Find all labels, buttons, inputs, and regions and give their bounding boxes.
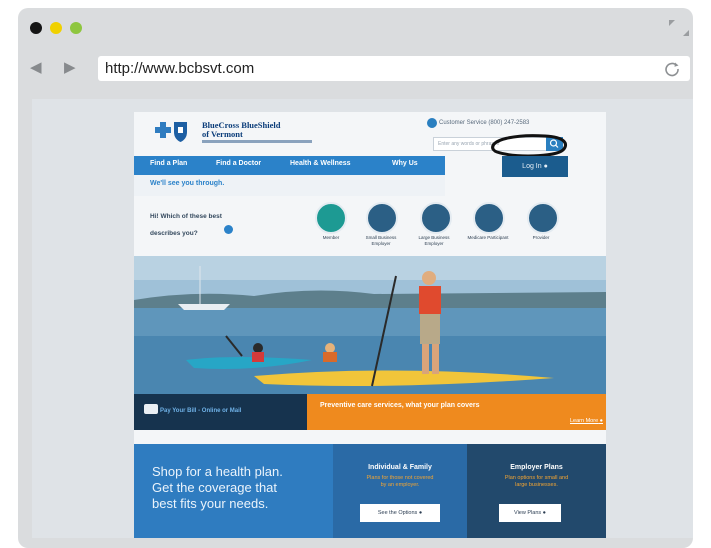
close-button[interactable]: [30, 22, 42, 34]
help-icon[interactable]: [224, 225, 233, 234]
audience-label: Medicare Participant: [467, 235, 509, 240]
brand-name: BlueCross BlueShield of Vermont: [202, 120, 281, 139]
employer-plans-subtitle: Plan options for small and large busines…: [504, 475, 569, 488]
preventive-care-text: Preventive care services, what your plan…: [320, 402, 480, 409]
view-plans-button[interactable]: View Plans ●: [499, 504, 561, 522]
see-the-options-button[interactable]: See the Options ●: [360, 504, 440, 522]
employer-plans-title: Employer Plans: [510, 464, 563, 471]
individual-family-panel: [333, 444, 467, 538]
nav-find-a-doctor[interactable]: Find a Doctor: [216, 160, 261, 167]
nav-find-a-plan[interactable]: Find a Plan: [150, 160, 187, 167]
bill-icon: [144, 404, 158, 414]
employer-plans-panel: [467, 444, 606, 538]
minimize-button[interactable]: [50, 22, 62, 34]
provider-icon[interactable]: [527, 202, 559, 234]
forward-button[interactable]: ▶: [64, 58, 76, 76]
page-viewport: BlueCross BlueShield of Vermont Customer…: [32, 99, 693, 538]
pay-bill-text: Pay Your Bill - Online or Mail: [160, 408, 242, 414]
medicare-icon[interactable]: [473, 202, 505, 234]
bcbs-logo-icon: [155, 122, 187, 142]
brand-subline: [202, 140, 312, 143]
phone-icon: [427, 118, 437, 128]
hand-drawn-circle-annotation: [491, 134, 568, 158]
nav-why-us[interactable]: Why Us: [392, 160, 418, 167]
nav-health-wellness[interactable]: Health & Wellness: [290, 160, 351, 167]
fullscreen-icon[interactable]: [667, 18, 691, 38]
member-icon[interactable]: [315, 202, 347, 234]
back-button[interactable]: ◀: [30, 58, 42, 76]
login-button[interactable]: Log In ●: [502, 156, 568, 177]
address-bar[interactable]: http://www.bcbsvt.com: [98, 56, 690, 81]
maximize-button[interactable]: [70, 22, 82, 34]
individual-family-subtitle: Plans for those not covered by an employ…: [366, 475, 434, 488]
reload-icon[interactable]: [663, 60, 681, 78]
hero-image: [134, 256, 606, 394]
preventive-care-banner[interactable]: [307, 394, 606, 430]
large-business-icon[interactable]: [420, 202, 452, 234]
small-business-icon[interactable]: [366, 202, 398, 234]
learn-more-link[interactable]: Learn More ●: [570, 418, 603, 424]
audience-label: Provider: [532, 235, 550, 240]
individual-family-title: Individual & Family: [368, 464, 432, 471]
shop-headline: Shop for a health plan. Get the coverage…: [152, 464, 283, 511]
audience-label: Large Business Employer: [418, 235, 450, 246]
website: BlueCross BlueShield of Vermont Customer…: [134, 112, 606, 538]
audience-label: Small Business Employer: [365, 235, 397, 246]
audience-label: Member: [322, 235, 340, 240]
audience-question: Hi! Which of these best describes you?: [150, 213, 222, 237]
tagline: We'll see you through.: [150, 180, 225, 187]
customer-service: Customer Service (800) 247-2583: [439, 120, 530, 126]
